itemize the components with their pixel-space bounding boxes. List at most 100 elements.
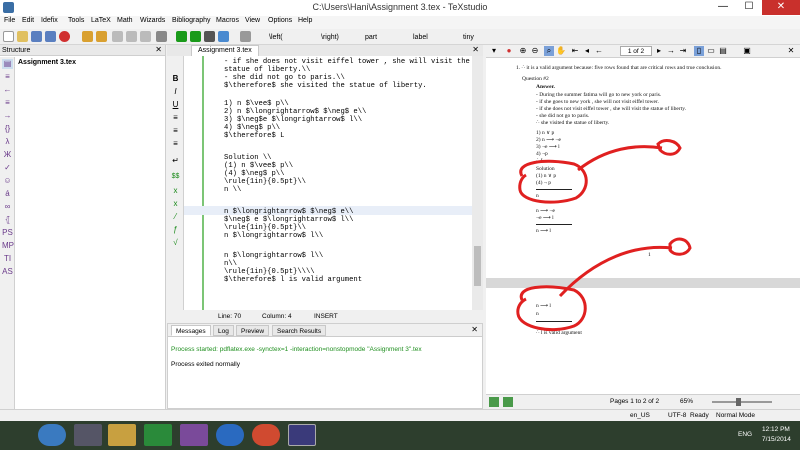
lambda-icon[interactable]: λ: [2, 137, 13, 147]
cyrillic-icon[interactable]: Ж: [2, 150, 13, 160]
presentation-icon[interactable]: ▣: [742, 46, 752, 56]
new-file-icon[interactable]: [3, 31, 14, 42]
sqrt-icon[interactable]: √: [170, 238, 181, 248]
paste-icon[interactable]: [140, 31, 151, 42]
first-page-icon[interactable]: ⇤: [570, 46, 580, 56]
menu-idefix[interactable]: Idefix: [41, 17, 58, 24]
subscript-icon[interactable]: x: [170, 186, 181, 196]
fit-width-icon[interactable]: ▯: [694, 46, 704, 56]
editor-scrollbar[interactable]: [472, 56, 483, 310]
tab-assignment-3[interactable]: Assignment 3.tex: [191, 45, 259, 56]
accent-icon[interactable]: á: [2, 189, 13, 199]
save-all-icon[interactable]: [45, 31, 56, 42]
menu-help[interactable]: Help: [298, 17, 312, 24]
next-page-icon[interactable]: ▸: [654, 46, 664, 56]
align-center-icon[interactable]: ≡: [170, 126, 181, 136]
explorer-icon[interactable]: [108, 424, 136, 446]
tray-language[interactable]: ENG: [738, 431, 752, 438]
language-indicator[interactable]: en_US: [630, 410, 650, 421]
bold-icon[interactable]: B: [170, 74, 181, 84]
align-left-icon[interactable]: ≡: [170, 113, 181, 123]
structure-doc-item[interactable]: Assignment 3.tex: [18, 59, 76, 66]
encoding-indicator[interactable]: UTF-8: [668, 410, 686, 421]
part-combo[interactable]: part: [362, 32, 402, 43]
taskbar-app-icon[interactable]: [74, 424, 102, 446]
menu-file[interactable]: File: [4, 17, 15, 24]
pdf-menu-icon[interactable]: ▾: [489, 46, 499, 56]
braces-icon[interactable]: {}: [2, 124, 13, 134]
fit-page-icon[interactable]: ▭: [706, 46, 716, 56]
chrome-icon[interactable]: [252, 424, 280, 446]
pdf-panel-close-icon[interactable]: ✕: [786, 46, 796, 56]
tray-time[interactable]: 12:12 PM: [762, 426, 790, 433]
pdf-page-field[interactable]: 1 of 2: [620, 46, 652, 56]
excel-icon[interactable]: [144, 424, 172, 446]
tray-date[interactable]: 7/15/2014: [762, 436, 791, 443]
pdf-close-icon[interactable]: ●: [504, 46, 514, 56]
table-icon[interactable]: [240, 31, 251, 42]
open-file-icon[interactable]: [17, 31, 28, 42]
metapost-icon[interactable]: MP: [2, 241, 14, 251]
hand-icon[interactable]: ✋: [556, 46, 566, 56]
structure-close-icon[interactable]: ✕: [155, 45, 162, 54]
zoom-slider-thumb[interactable]: [736, 398, 741, 406]
menu-math[interactable]: Math: [117, 17, 133, 24]
start-button[interactable]: [38, 424, 66, 446]
build-view-icon[interactable]: [176, 31, 187, 42]
tab-messages[interactable]: Messages: [171, 325, 211, 336]
asymptote-icon[interactable]: AS: [2, 267, 13, 277]
infinity-icon[interactable]: ∞: [2, 202, 13, 212]
sync-icon[interactable]: [489, 397, 499, 407]
menu-options[interactable]: Options: [268, 17, 292, 24]
menu-wizards[interactable]: Wizards: [140, 17, 165, 24]
bookmarks-icon[interactable]: ≡: [2, 72, 13, 82]
check-icon[interactable]: ✓: [2, 163, 13, 173]
underline-icon[interactable]: U: [170, 100, 181, 110]
tab-log[interactable]: Log: [213, 325, 234, 336]
tab-search-results[interactable]: Search Results: [272, 325, 327, 336]
pdf-viewer[interactable]: 1. ∴ it is a valid argument because: fiv…: [486, 58, 800, 394]
pdf-zoom-level[interactable]: 65%: [680, 398, 693, 405]
align-right-icon[interactable]: ≡: [170, 139, 181, 149]
prev-page-icon[interactable]: ◂: [582, 46, 592, 56]
right-bracket-combo[interactable]: \right): [318, 32, 358, 43]
texstudio-taskbar-icon[interactable]: [288, 424, 316, 446]
undo-icon[interactable]: [82, 31, 93, 42]
stop-icon[interactable]: [204, 31, 215, 42]
back-icon[interactable]: ←: [594, 46, 604, 56]
italic-icon[interactable]: I: [170, 87, 181, 97]
compile-icon[interactable]: [190, 31, 201, 42]
minimize-button[interactable]: —: [710, 0, 736, 15]
zoom-out-icon[interactable]: ⊖: [530, 46, 540, 56]
left-bracket-combo[interactable]: \left(: [266, 32, 316, 43]
ie-icon[interactable]: [216, 424, 244, 446]
copy-icon[interactable]: [112, 31, 123, 42]
close-button[interactable]: ✕: [762, 0, 800, 15]
menu-tools[interactable]: Tools: [68, 17, 84, 24]
menu-view[interactable]: View: [245, 17, 260, 24]
code-editor[interactable]: - if she does not visit eiffel tower , s…: [184, 56, 472, 310]
size-combo[interactable]: tiny: [460, 32, 500, 43]
messages-close-icon[interactable]: ✕: [471, 325, 478, 334]
arrows-icon[interactable]: →: [2, 111, 13, 121]
continuous-icon[interactable]: ▤: [718, 46, 728, 56]
superscript-icon[interactable]: x: [170, 199, 181, 209]
magnifier-icon[interactable]: ⌕: [544, 46, 554, 56]
menu-edit[interactable]: Edit: [22, 17, 34, 24]
view-pdf-icon[interactable]: [218, 31, 229, 42]
structure-icon[interactable]: ▤: [2, 59, 13, 69]
zoom-in-icon[interactable]: ⊕: [518, 46, 528, 56]
tab-preview[interactable]: Preview: [236, 325, 270, 336]
zoom-slider[interactable]: [712, 401, 772, 403]
editor-tab-close-icon[interactable]: ✕: [472, 45, 479, 54]
fraction-icon[interactable]: ⁄: [170, 212, 181, 222]
menu-latex[interactable]: LaTeX: [91, 17, 111, 24]
tikz-icon[interactable]: TI: [2, 254, 13, 264]
find-icon[interactable]: [156, 31, 167, 42]
bracket-icon[interactable]: ⦃: [2, 215, 13, 225]
save-icon[interactable]: [31, 31, 42, 42]
pstricks-icon[interactable]: PS: [2, 228, 13, 238]
menu-macros[interactable]: Macros: [216, 17, 239, 24]
relations-icon[interactable]: ←: [2, 85, 13, 95]
redo-icon[interactable]: [96, 31, 107, 42]
